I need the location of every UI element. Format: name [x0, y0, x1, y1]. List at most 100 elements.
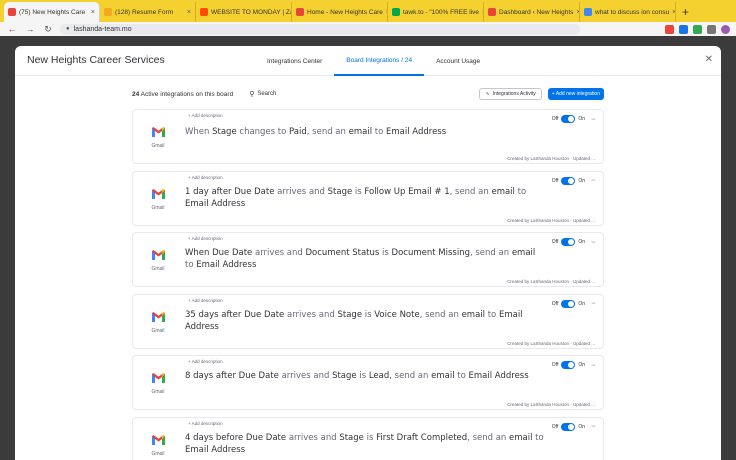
add-description-link[interactable]: + Add description	[188, 298, 223, 303]
url-field[interactable]: ● lashanda-team.mo	[60, 23, 580, 35]
recipe-token[interactable]: email	[349, 127, 372, 137]
close-tab-icon[interactable]: ×	[91, 9, 95, 16]
modal-header: New Heights Career Services Integrations…	[15, 46, 721, 76]
integration-toggle: Off On ···	[552, 299, 596, 308]
add-description-link[interactable]: + Add description	[188, 359, 223, 364]
recipe-token[interactable]: email	[509, 433, 532, 443]
integration-recipe[interactable]: 1 day after Due Date arrives and Stage i…	[185, 186, 545, 210]
add-description-link[interactable]: + Add description	[188, 421, 223, 426]
integration-card[interactable]: + Add description Gmail 1 day after Due …	[132, 170, 604, 226]
toggle-switch[interactable]	[561, 422, 576, 431]
add-description-link[interactable]: + Add description	[188, 175, 223, 180]
recipe-token[interactable]: email	[491, 187, 514, 197]
tab-board-integrations[interactable]: Board Integrations / 24	[334, 46, 425, 76]
add-description-link[interactable]: + Add description	[188, 113, 223, 118]
integrations-toolbar: 24 Active integrations on this board ⚲ S…	[132, 87, 604, 101]
integration-recipe[interactable]: When Due Date arrives and Document Statu…	[185, 247, 545, 271]
toggle-switch[interactable]	[561, 176, 576, 185]
browser-tab[interactable]: what to discuss ion consu ×	[580, 2, 676, 22]
browser-tab[interactable]: tawk.to - "100% FREE live×	[388, 2, 484, 22]
app-label: Gmail	[151, 450, 165, 457]
recipe-token[interactable]: 4 days before Due Date	[185, 433, 286, 443]
browser-tab-label: WEBSITE TO MONDAY | Za	[211, 8, 292, 16]
more-options-icon[interactable]: ···	[591, 177, 596, 184]
recipe-token[interactable]: Follow Up Email # 1	[364, 187, 449, 197]
recipe-token[interactable]: Document Status	[306, 248, 380, 258]
created-by-text: Created by LaShanda Houston · Updated ..…	[507, 340, 595, 346]
recipe-token[interactable]: Email Address	[469, 371, 529, 381]
toggle-switch[interactable]	[561, 299, 576, 308]
recipe-token[interactable]: Email Address	[185, 445, 245, 455]
browser-tab[interactable]: Dashboard ‹ New Heights×	[484, 2, 580, 22]
recipe-token[interactable]: Email Address	[386, 127, 446, 137]
recipe-token[interactable]: Stage	[328, 187, 353, 197]
recipe-token[interactable]: First Draft Completed	[376, 433, 467, 443]
recipe-token[interactable]: Stage	[337, 310, 362, 320]
more-options-icon[interactable]: ···	[591, 362, 596, 369]
search-button[interactable]: ⚲ Search	[249, 90, 276, 98]
recipe-token[interactable]: 35 days after Due Date	[185, 310, 284, 320]
tab-account-usage[interactable]: Account Usage	[424, 46, 492, 76]
toggle-switch[interactable]	[561, 115, 576, 123]
browser-tab[interactable]: (128) Resume Form ×	[100, 2, 196, 22]
integration-card[interactable]: + Add description Gmail When Stage chang…	[132, 109, 604, 164]
browser-tab[interactable]: Home - New Heights Care×	[292, 2, 388, 22]
avatar[interactable]	[721, 24, 730, 34]
integration-recipe[interactable]: When Stage changes to Paid, send an emai…	[185, 126, 545, 138]
recipe-token[interactable]: Voice Note	[374, 310, 419, 320]
puzzle-icon[interactable]	[707, 24, 716, 34]
integrations-activity-button[interactable]: ∿ Integrations Activity	[479, 88, 542, 100]
tab-integrations-center[interactable]: Integrations Center	[255, 46, 334, 76]
forward-icon[interactable]: →	[24, 24, 36, 34]
integration-card[interactable]: + Add description Gmail 8 days after Due…	[132, 355, 604, 410]
favicon-icon	[296, 8, 304, 16]
recipe-text: is	[352, 186, 365, 197]
active-count: 24 Active integrations on this board	[132, 90, 234, 98]
close-tab-icon[interactable]: ×	[187, 9, 191, 16]
integration-card[interactable]: + Add description Gmail 35 days after Du…	[132, 293, 604, 349]
browser-tab[interactable]: WEBSITE TO MONDAY | Za×	[196, 2, 292, 22]
recipe-token[interactable]: email	[462, 310, 485, 320]
more-options-icon[interactable]: ···	[591, 300, 596, 307]
recipe-token[interactable]: Document Missing	[392, 248, 470, 258]
recipe-token[interactable]: Stage	[339, 433, 364, 443]
reload-icon[interactable]: ↻	[42, 24, 54, 35]
add-description-link[interactable]: + Add description	[188, 236, 223, 241]
toggle-switch[interactable]	[561, 361, 576, 369]
recipe-token[interactable]: When Due Date	[185, 248, 252, 258]
recipe-token[interactable]: email	[431, 371, 454, 381]
integration-recipe[interactable]: 8 days after Due Date arrives and Stage …	[185, 370, 545, 382]
recipe-token[interactable]: 8 days after Due Date	[185, 371, 279, 381]
integration-recipe[interactable]: 4 days before Due Date arrives and Stage…	[185, 432, 545, 456]
recipe-text: to	[185, 260, 197, 270]
recipe-token[interactable]: Email Address	[196, 260, 256, 270]
integration-card[interactable]: + Add description Gmail 4 days before Du…	[132, 416, 604, 460]
new-tab-icon[interactable]: +	[676, 2, 695, 22]
back-icon[interactable]: ←	[6, 24, 18, 34]
more-options-icon[interactable]: ···	[591, 423, 596, 430]
more-options-icon[interactable]: ···	[591, 116, 596, 123]
integration-card[interactable]: + Add description Gmail When Due Date ar…	[132, 232, 604, 287]
recipe-token[interactable]: 1 day after Due Date	[185, 187, 274, 197]
more-options-icon[interactable]: ···	[591, 239, 596, 246]
add-new-integration-button[interactable]: + Add new integration	[547, 88, 604, 100]
extension-icon[interactable]	[679, 24, 688, 34]
toggle-switch[interactable]	[561, 238, 576, 246]
recipe-token[interactable]: Paid	[289, 127, 307, 137]
recipe-token[interactable]: email	[512, 248, 535, 258]
gmail-icon	[151, 311, 165, 322]
extension-icon[interactable]	[693, 24, 702, 34]
extension-icon[interactable]	[665, 24, 674, 34]
recipe-token[interactable]: Stage	[212, 127, 237, 137]
recipe-token[interactable]: Stage	[332, 371, 357, 381]
gmail-logo: Gmail	[143, 124, 173, 149]
integration-recipe[interactable]: 35 days after Due Date arrives and Stage…	[185, 309, 545, 333]
browser-tab[interactable]: (75) New Heights Care ×	[4, 2, 100, 22]
close-icon[interactable]: ✕	[705, 54, 713, 65]
recipe-token[interactable]: Lead	[369, 371, 389, 381]
recipe-token[interactable]: Email Address	[185, 199, 245, 209]
integration-toggle: Off On ···	[552, 176, 596, 185]
integration-toggle: Off On ···	[552, 422, 596, 431]
recipe-text: to	[372, 127, 387, 137]
browser-address-bar: ← → ↻ ● lashanda-team.mo	[0, 22, 736, 36]
